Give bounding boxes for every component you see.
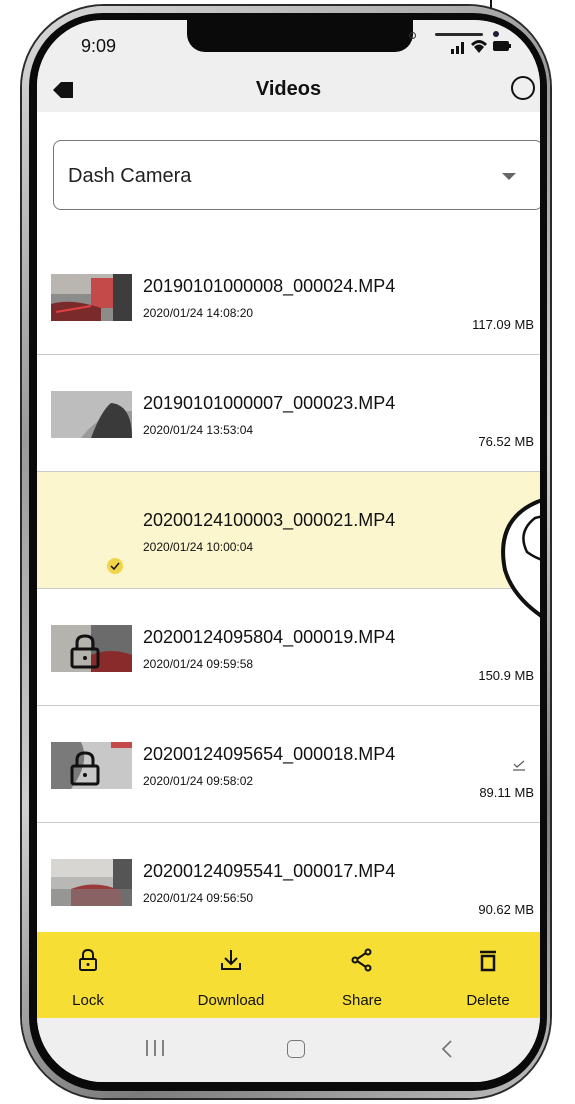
home-button[interactable]: [287, 1040, 305, 1058]
share-icon: [351, 948, 372, 972]
status-bar: 9:09: [37, 20, 540, 68]
selected-check-icon: [107, 558, 123, 574]
video-filename: 20200124095541_000017.MP4: [143, 861, 396, 881]
app-header: Videos: [37, 68, 540, 112]
video-row[interactable]: 20200124095654_000018.MP4 2020/01/24 09:…: [37, 706, 540, 823]
video-filename: 20200124095654_000018.MP4: [143, 744, 396, 764]
action-label: Lock: [72, 992, 104, 1009]
video-thumbnail: [51, 742, 132, 789]
lock-icon: [79, 948, 97, 971]
video-list: 20190101000008_000024.MP4 2020/01/24 14:…: [37, 238, 540, 940]
recent-apps-icon[interactable]: [143, 1038, 167, 1058]
trash-icon: [480, 950, 496, 972]
video-filename: 20190101000008_000024.MP4: [143, 276, 396, 296]
nav-back-icon[interactable]: [437, 1038, 457, 1060]
video-row[interactable]: 20190101000008_000024.MP4 2020/01/24 14:…: [37, 238, 540, 355]
page-title: Videos: [255, 78, 322, 100]
lock-icon: [70, 751, 100, 786]
action-label: Share: [341, 992, 383, 1009]
share-action-button[interactable]: Share: [312, 932, 412, 1018]
video-row[interactable]: 20190101000007_000023.MP4 2020/01/24 13:…: [37, 355, 540, 472]
device-dropdown[interactable]: Dash Camera: [53, 140, 540, 210]
status-time: 9:09: [81, 36, 117, 56]
delete-action-button[interactable]: Delete: [438, 932, 538, 1018]
video-thumbnail: [51, 859, 132, 906]
video-thumbnail: [51, 391, 132, 438]
video-size: 117.09 MB: [472, 317, 534, 332]
dropdown-value: Dash Camera: [68, 165, 192, 187]
video-row[interactable]: 20200124095804_000019.MP4 2020/01/24 09:…: [37, 589, 540, 706]
signal-wifi-battery-icon: [451, 40, 511, 54]
video-size: 76.52 MB: [478, 434, 534, 449]
system-nav-bar: [37, 1018, 540, 1082]
lock-action-button[interactable]: Lock: [38, 932, 138, 1018]
action-label: Download: [197, 992, 265, 1009]
chevron-down-icon: [502, 173, 516, 180]
downloaded-check-icon: [513, 760, 525, 771]
video-date: 2020/01/24 09:56:50: [143, 891, 254, 905]
video-date: 2020/01/24 09:58:02: [143, 774, 254, 788]
video-thumbnail: [51, 274, 132, 321]
video-thumbnail: [51, 625, 132, 672]
download-icon: [221, 950, 241, 970]
video-date: 2020/01/24 10:00:04: [143, 540, 254, 554]
video-date: 2020/01/24 09:59:58: [143, 657, 254, 671]
video-filename: 20200124095804_000019.MP4: [143, 627, 396, 647]
bottom-action-bar: Lock Download Share Delete: [37, 932, 540, 1018]
select-all-button[interactable]: [511, 76, 535, 100]
action-label: Delete: [466, 992, 510, 1009]
sensor-icon: [409, 32, 416, 39]
video-date: 2020/01/24 13:53:04: [143, 423, 254, 437]
lock-icon: [70, 634, 100, 669]
video-size: 90.62 MB: [478, 902, 534, 917]
phone-screen: 9:09 Videos Dash Camera 20190101000008_0…: [37, 20, 540, 1082]
video-size: 89.11 MB: [479, 785, 534, 800]
video-row[interactable]: 20200124095541_000017.MP4 2020/01/24 09:…: [37, 823, 540, 940]
finger-tap-icon: [501, 498, 540, 618]
video-filename: 20200124100003_000021.MP4: [143, 510, 396, 530]
video-filename: 20190101000007_000023.MP4: [143, 393, 396, 413]
notch: [187, 20, 499, 52]
download-action-button[interactable]: Download: [181, 932, 281, 1018]
video-row-selected[interactable]: 20200124100003_000021.MP4 2020/01/24 10:…: [37, 472, 540, 589]
video-date: 2020/01/24 14:08:20: [143, 306, 254, 320]
